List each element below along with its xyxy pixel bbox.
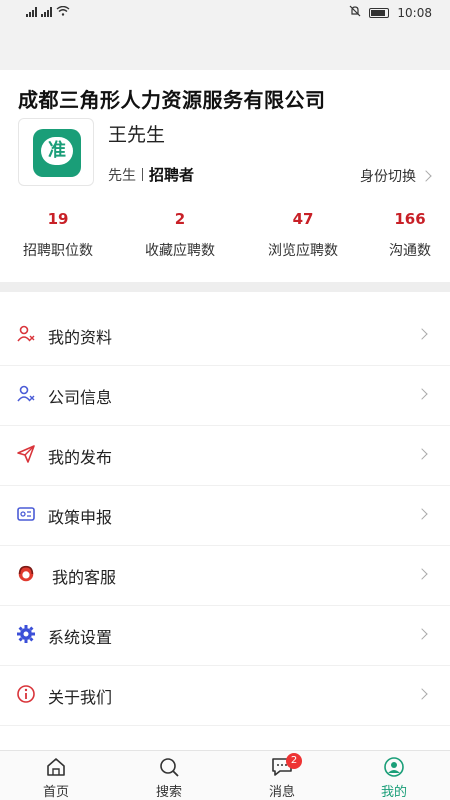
- tab-search[interactable]: 搜索: [139, 755, 199, 800]
- menu-item-policy-application[interactable]: 政策申报: [0, 486, 450, 546]
- tab-messages[interactable]: 2 消息: [252, 753, 312, 800]
- menu-item-label: 关于我们: [48, 688, 113, 707]
- section-divider: [0, 282, 450, 292]
- role-label: 招聘者: [149, 166, 195, 184]
- profile-icon: [16, 324, 36, 344]
- home-icon: [26, 755, 86, 779]
- stat-label: 沟通数: [389, 243, 431, 259]
- company-name: 成都三角形人力资源服务有限公司: [18, 88, 326, 112]
- menu-item-label: 我的发布: [48, 448, 113, 467]
- support-icon: [16, 564, 36, 584]
- message-icon: 2: [252, 753, 312, 779]
- user-role: 先生 招聘者: [108, 164, 194, 185]
- stat-saved-applicants[interactable]: 2 收藏应聘数: [138, 210, 222, 260]
- stat-label: 收藏应聘数: [145, 243, 215, 259]
- menu-item-label: 我的资料: [48, 328, 113, 347]
- stat-viewed-applicants[interactable]: 47 浏览应聘数: [261, 210, 345, 260]
- send-icon: [16, 444, 36, 464]
- menu-item-label: 我的客服: [52, 568, 117, 587]
- stat-value: 47: [292, 210, 314, 228]
- menu-item-my-posts[interactable]: 我的发布: [0, 426, 450, 486]
- user-icon: [364, 755, 424, 779]
- chevron-right-icon: [416, 328, 428, 340]
- signal-icon: [41, 7, 52, 17]
- stats-row: 19 招聘职位数 2 收藏应聘数 47 浏览应聘数 166 沟通数: [0, 210, 450, 266]
- tab-label: 搜索: [155, 785, 182, 800]
- role-separator: [142, 168, 143, 181]
- stat-value: 2: [174, 210, 186, 228]
- stat-label: 浏览应聘数: [268, 243, 338, 259]
- chevron-right-icon: [416, 628, 428, 640]
- identity-switch-label: 身份切换: [360, 169, 416, 185]
- company-logo[interactable]: 准: [18, 118, 94, 186]
- unread-badge: 2: [286, 753, 302, 769]
- menu-item-label: 政策申报: [48, 508, 113, 527]
- logo-badge: 准: [33, 129, 81, 177]
- logo-char: 准: [41, 137, 73, 165]
- info-icon: [16, 684, 36, 704]
- battery-icon: [369, 7, 390, 18]
- tab-label: 首页: [42, 785, 69, 800]
- menu-item-customer-service[interactable]: 我的客服: [0, 546, 450, 606]
- chevron-right-icon: [420, 170, 432, 182]
- menu-item-label: 系统设置: [48, 628, 113, 647]
- menu-item-my-profile[interactable]: 我的资料: [0, 306, 450, 366]
- stat-posted-jobs[interactable]: 19 招聘职位数: [16, 210, 100, 260]
- chevron-right-icon: [416, 508, 428, 520]
- stat-value: 19: [47, 210, 69, 228]
- chevron-right-icon: [416, 448, 428, 460]
- settings-menu: 我的资料 公司信息 我的发布 政策申报 我的客服 系统设置 关于我们: [0, 306, 450, 726]
- chevron-right-icon: [416, 388, 428, 400]
- wifi-icon: [56, 5, 70, 19]
- stat-label: 招聘职位数: [23, 243, 93, 259]
- search-icon: [139, 755, 199, 779]
- signal-indicators: [26, 5, 70, 19]
- status-bar: 10:08: [0, 0, 450, 24]
- menu-item-about-us[interactable]: 关于我们: [0, 666, 450, 726]
- tab-home[interactable]: 首页: [26, 755, 86, 800]
- tab-label: 消息: [268, 785, 295, 800]
- menu-item-label: 公司信息: [48, 388, 113, 407]
- user-name: 王先生: [108, 124, 166, 146]
- company-icon: [16, 384, 36, 404]
- policy-icon: [16, 504, 36, 524]
- identity-switch-button[interactable]: 身份切换: [360, 166, 432, 186]
- menu-item-company-info[interactable]: 公司信息: [0, 366, 450, 426]
- signal-icon: [26, 7, 37, 17]
- status-time: 10:08: [397, 5, 432, 20]
- chevron-right-icon: [416, 688, 428, 700]
- mute-icon: [349, 5, 361, 20]
- tab-label: 我的: [380, 785, 407, 800]
- user-title: 先生: [108, 167, 136, 184]
- status-right: 10:08: [349, 5, 432, 20]
- stat-value: 166: [394, 210, 426, 228]
- bottom-tab-bar: 首页 搜索 2 消息 我的: [0, 750, 450, 800]
- header-spacer: [0, 24, 450, 70]
- gear-icon: [16, 624, 36, 644]
- tab-mine[interactable]: 我的: [364, 755, 424, 800]
- menu-item-system-settings[interactable]: 系统设置: [0, 606, 450, 666]
- stat-conversations[interactable]: 166 沟通数: [382, 210, 438, 260]
- chevron-right-icon: [416, 568, 428, 580]
